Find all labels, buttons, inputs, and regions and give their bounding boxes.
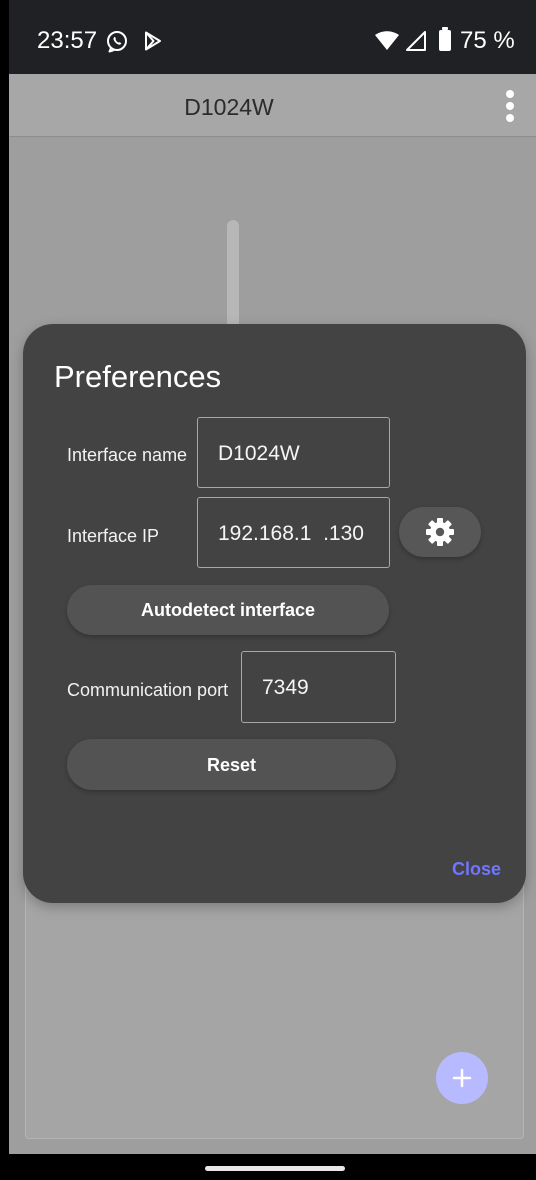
reset-button[interactable]: Reset [67,739,396,790]
battery-level: 75 % [460,27,515,54]
add-button[interactable] [436,1052,488,1104]
plus-icon [450,1066,474,1095]
play-store-icon [140,29,164,58]
preferences-dialog: Preferences Interface name D1024W Interf… [23,324,526,903]
more-vertical-icon[interactable] [499,88,521,124]
communication-port-label: Communication port [67,680,229,700]
signal-icon [406,31,428,56]
wifi-icon [374,31,400,56]
app-bar: D1024W [9,74,536,137]
settings-button[interactable] [399,507,481,557]
autodetect-interface-button[interactable]: Autodetect interface [67,585,389,635]
page-title: D1024W [184,94,274,120]
status-time: 23:57 [37,27,98,54]
gear-icon [425,517,455,552]
interface-name-field[interactable]: D1024W [197,417,390,488]
interface-name-label: Interface name [67,445,188,465]
battery-icon [437,27,453,57]
close-button[interactable]: Close [452,858,501,880]
communication-port-field[interactable]: 7349 [241,651,396,723]
dialog-title: Preferences [54,359,222,394]
status-bar: 23:57 75 % [9,0,536,74]
whatsapp-icon [105,29,129,58]
interface-ip-field[interactable]: 192.168.1 .130 [197,497,390,568]
gesture-navigation-handle[interactable] [205,1166,345,1171]
interface-ip-label: Interface IP [67,526,160,546]
